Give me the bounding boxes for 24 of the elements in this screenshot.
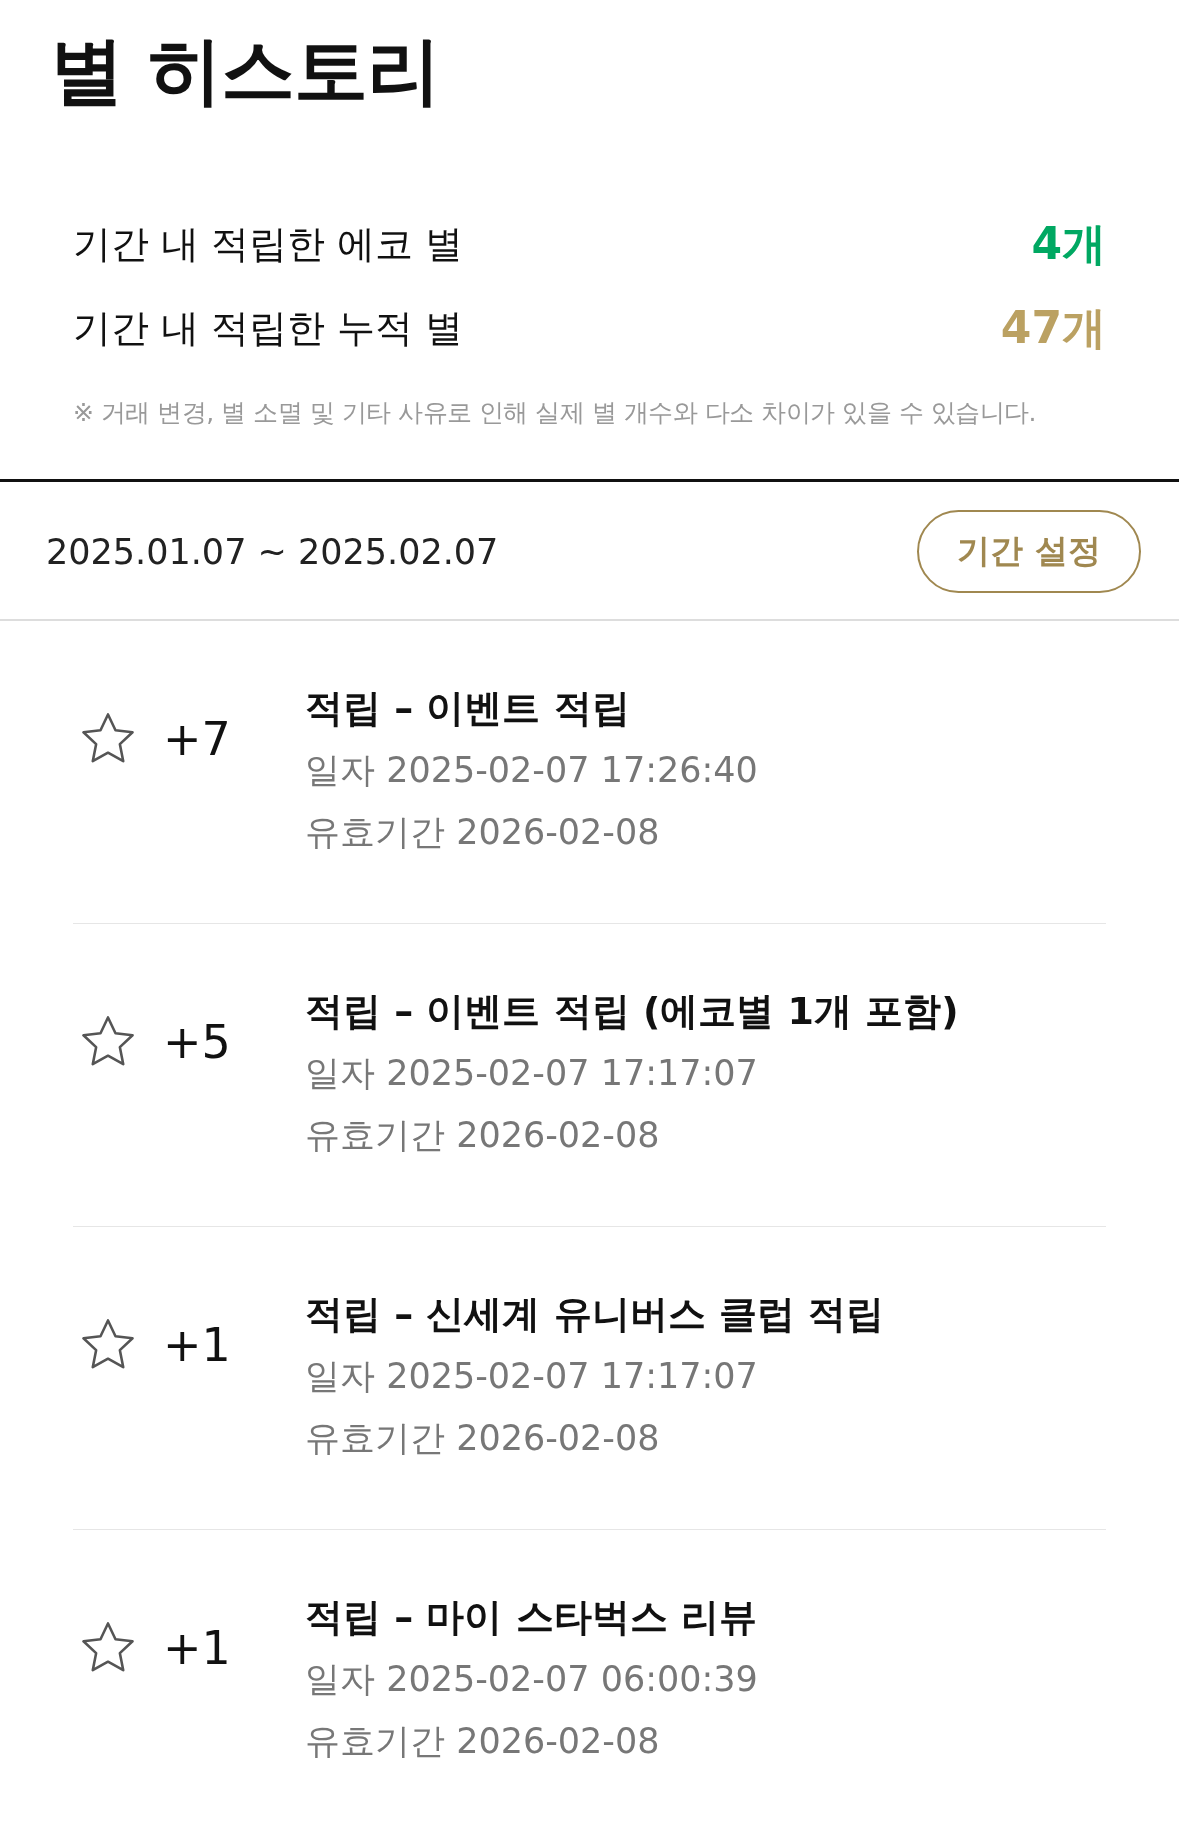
page-title: 별 히스토리 — [49, 26, 441, 115]
star-amount: +1 — [163, 1318, 231, 1372]
history-title: 적립 – 이벤트 적립 (에코별 1개 포함) — [305, 988, 959, 1035]
summary-label: 기간 내 적립한 에코 별 — [73, 220, 464, 268]
history-date: 일자 2025-02-07 17:26:40 — [305, 749, 758, 792]
date-range: 2025.01.07 ~ 2025.02.07 — [46, 531, 499, 572]
star-amount: +5 — [163, 1015, 231, 1069]
history-date: 일자 2025-02-07 06:00:39 — [305, 1658, 758, 1701]
period-setting-button[interactable]: 기간 설정 — [917, 510, 1141, 593]
star-amount: +7 — [163, 712, 231, 766]
history-title: 적립 – 신세계 유니버스 클럽 적립 — [305, 1291, 885, 1338]
star-amount: +1 — [163, 1621, 231, 1675]
star-count: 47개 — [1000, 300, 1106, 355]
star-count: 4개 — [1031, 216, 1106, 271]
expiry-date: 유효기간 2026-02-08 — [305, 811, 661, 854]
summary-label: 기간 내 적립한 누적 별 — [73, 304, 464, 352]
expiry-date: 유효기간 2026-02-08 — [305, 1720, 661, 1763]
expiry-date: 유효기간 2026-02-08 — [305, 1114, 661, 1157]
history-title: 적립 – 이벤트 적립 — [305, 685, 631, 732]
expiry-date: 유효기간 2026-02-08 — [305, 1417, 661, 1460]
notice-text: ※ 거래 변경, 별 소멸 및 기타 사유로 인해 실제 별 개수와 다소 차이가 있을 수 있습니다. — [72, 397, 1037, 429]
history-title: 적립 – 마이 스타벅스 리뷰 — [305, 1594, 758, 1641]
history-date: 일자 2025-02-07 17:17:07 — [305, 1355, 759, 1398]
history-date: 일자 2025-02-07 17:17:07 — [305, 1052, 759, 1095]
